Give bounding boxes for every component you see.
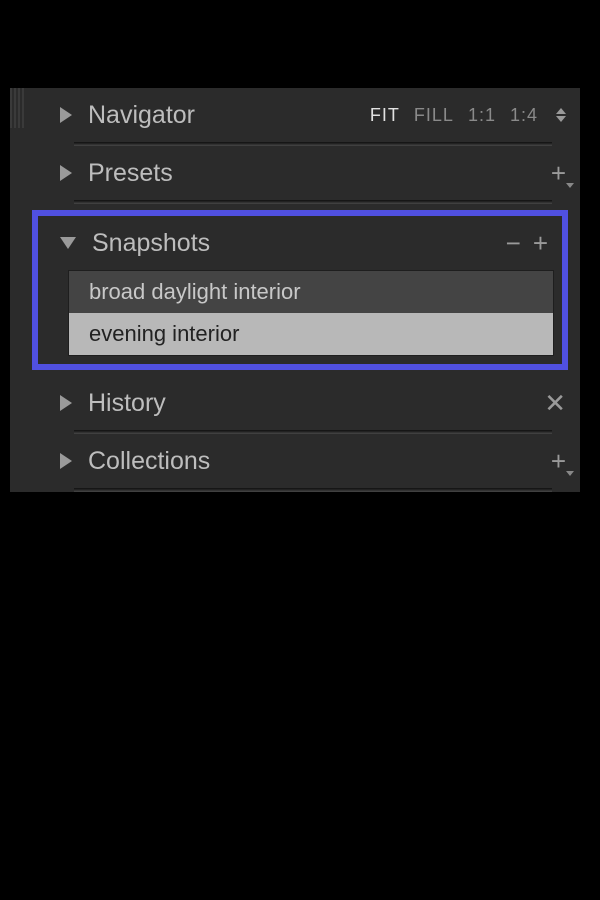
zoom-1to1-button[interactable]: 1:1 [468,105,496,126]
collections-title: Collections [88,447,551,476]
presets-title: Presets [88,159,551,188]
history-title: History [88,389,544,418]
presets-header[interactable]: Presets + [30,146,580,200]
snapshots-header[interactable]: Snapshots − + [38,216,562,270]
collections-header[interactable]: Collections + [30,434,580,488]
chevron-right-icon [60,165,72,181]
plus-icon[interactable]: + [551,160,566,186]
snapshots-title: Snapshots [92,229,506,258]
navigator-section: Navigator FIT FILL 1:1 1:4 [10,88,580,146]
navigator-title: Navigator [88,101,370,130]
zoom-fit-button[interactable]: FIT [370,105,400,126]
history-header[interactable]: History ✕ [30,376,580,430]
chevron-right-icon [60,107,72,123]
chevron-right-icon [60,395,72,411]
zoom-fill-button[interactable]: FILL [414,105,454,126]
snapshot-item[interactable]: evening interior [69,313,553,355]
plus-icon[interactable]: + [533,230,548,256]
chevron-down-icon [60,237,76,249]
left-panel: Navigator FIT FILL 1:1 1:4 Presets + [10,88,580,492]
collections-section: Collections + [10,434,580,492]
chevron-up-icon [556,108,566,114]
section-divider [74,488,552,492]
navigator-zoom-controls: FIT FILL 1:1 1:4 [370,105,566,126]
close-icon[interactable]: ✕ [544,390,566,416]
section-divider [74,200,552,204]
zoom-1to4-button[interactable]: 1:4 [510,105,538,126]
zoom-stepper[interactable] [556,108,566,122]
snapshots-list: broad daylight interior evening interior [68,270,554,356]
minus-icon[interactable]: − [506,230,521,256]
snapshot-item[interactable]: broad daylight interior [69,271,553,313]
chevron-down-icon [556,116,566,122]
chevron-right-icon [60,453,72,469]
history-section: History ✕ [10,376,580,434]
navigator-header[interactable]: Navigator FIT FILL 1:1 1:4 [30,88,580,142]
presets-section: Presets + [10,146,580,204]
plus-icon[interactable]: + [551,448,566,474]
snapshots-highlight: Snapshots − + broad daylight interior ev… [32,210,568,370]
